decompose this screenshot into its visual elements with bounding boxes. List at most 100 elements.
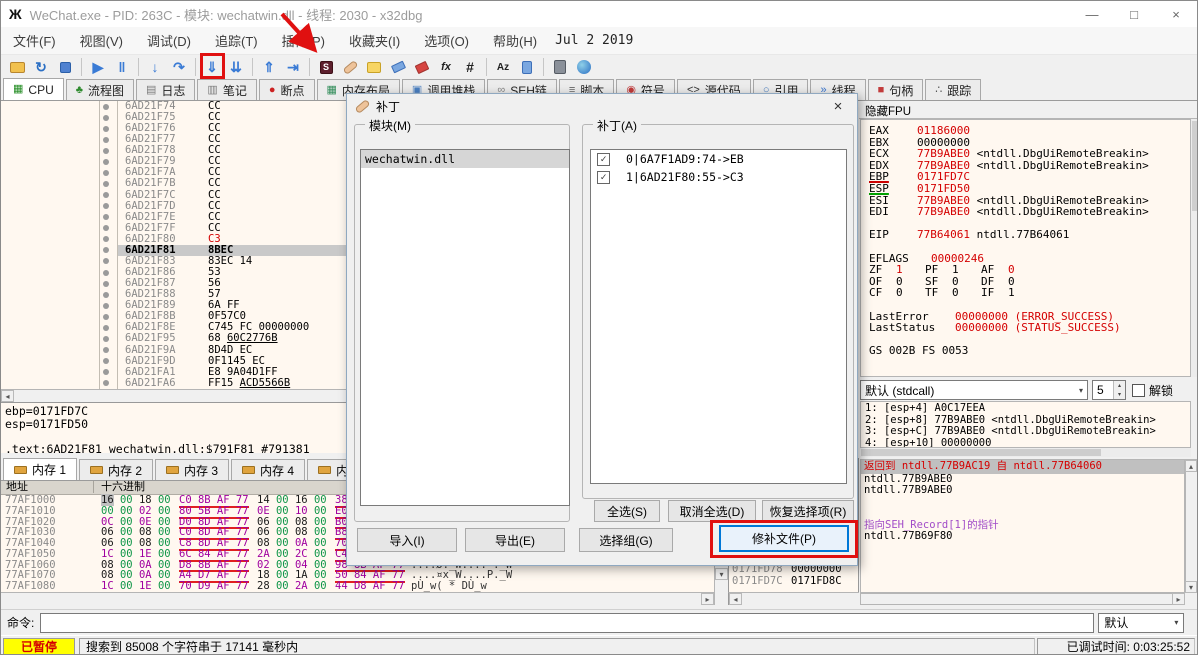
- breakpoint-dot-icon[interactable]: [103, 247, 109, 254]
- close-button[interactable]: ×: [1155, 1, 1197, 27]
- select-all-button[interactable]: 全选(S): [594, 500, 660, 522]
- scroll-left-icon[interactable]: ◂: [1, 390, 14, 402]
- breakpoint-dot-icon[interactable]: [103, 258, 109, 265]
- flag-value[interactable]: 1: [1008, 287, 1037, 299]
- calling-convention-select[interactable]: 默认 (stdcall) ▾: [860, 380, 1088, 400]
- menu-item-3[interactable]: 追踪(T): [203, 27, 270, 54]
- tab-log[interactable]: ▤ 日志: [135, 79, 196, 100]
- register-value[interactable]: 01186000: [917, 125, 970, 137]
- module-list-item[interactable]: wechatwin.dll: [361, 150, 569, 168]
- patch-file-button[interactable]: 修补文件(P): [719, 525, 849, 552]
- deselect-all-button[interactable]: 取消全选(D): [668, 500, 756, 522]
- stack-info-box[interactable]: 返回到 ntdll.77B9AC19 自 ntdll.77B64060 ntdl…: [860, 459, 1185, 593]
- memory-tab-4[interactable]: 内存 4: [231, 459, 306, 480]
- tab-notes[interactable]: ▥ 笔记: [197, 79, 257, 100]
- animate-over-icon[interactable]: ⇊: [225, 56, 247, 78]
- stack-hscrollbar[interactable]: ◂: [728, 592, 859, 605]
- hash-icon[interactable]: #: [459, 56, 481, 78]
- flag-value[interactable]: 0: [1008, 264, 1037, 276]
- dialog-close-icon[interactable]: ×: [823, 94, 853, 118]
- breakpoint-dot-icon[interactable]: [103, 158, 109, 165]
- import-button[interactable]: 导入(I): [357, 528, 457, 552]
- memory-tab-1[interactable]: 内存 1: [3, 458, 78, 480]
- breakpoint-dot-icon[interactable]: [103, 369, 109, 376]
- memory-tab-3[interactable]: 内存 3: [155, 459, 230, 480]
- restore-selection-button[interactable]: 恢复选择项(R): [762, 500, 854, 522]
- breakpoint-dot-icon[interactable]: [103, 302, 109, 309]
- stack-info-line[interactable]: [861, 497, 1184, 509]
- register-value[interactable]: 77B64061: [917, 229, 970, 241]
- register-value[interactable]: 77B9ABE0: [917, 206, 970, 218]
- register-value[interactable]: 0171FD50: [917, 183, 970, 195]
- tab-graph[interactable]: ♣ 流程图: [65, 79, 134, 100]
- breakpoint-dot-icon[interactable]: [103, 114, 109, 121]
- breakpoint-dot-icon[interactable]: [103, 313, 109, 320]
- menu-item-1[interactable]: 视图(V): [68, 27, 135, 54]
- scroll-left-icon[interactable]: ◂: [729, 593, 742, 605]
- patch-list-item[interactable]: ✓ 1|6AD21F80:55->C3: [591, 168, 846, 186]
- register-row[interactable]: EDI 77B9ABE0 <ntdll.DbgUiRemoteBreakin>: [869, 206, 1190, 218]
- breakpoint-dot-icon[interactable]: [103, 214, 109, 221]
- stack-info-line[interactable]: ntdll.77B69F80: [861, 530, 1184, 543]
- info-vscrollbar[interactable]: ▴ ▾: [1185, 459, 1197, 593]
- patch-dialog-titlebar[interactable]: 补丁: [347, 94, 857, 118]
- export-button[interactable]: 导出(E): [465, 528, 565, 552]
- menu-item-2[interactable]: 调试(D): [135, 27, 203, 54]
- menu-item-7[interactable]: 帮助(H): [481, 27, 549, 54]
- tab-handles[interactable]: ■ 句柄: [867, 79, 924, 100]
- module-list[interactable]: wechatwin.dll: [360, 149, 570, 506]
- flag-value[interactable]: 0: [896, 287, 925, 299]
- breakpoint-dot-icon[interactable]: [103, 203, 109, 210]
- register-row[interactable]: OF 0 SF 0 DF 0: [869, 276, 1190, 288]
- breakpoint-dot-icon[interactable]: [103, 169, 109, 176]
- menu-item-5[interactable]: 收藏夹(I): [337, 27, 412, 54]
- breakpoint-dot-icon[interactable]: [103, 324, 109, 331]
- breakpoint-dot-icon[interactable]: [103, 280, 109, 287]
- argument-row[interactable]: 1: [esp+4] A0C17EEA: [865, 402, 1190, 415]
- animate-into-icon[interactable]: ⇓: [201, 56, 223, 78]
- argument-row[interactable]: 3: [esp+C] 77B9ABE0 <ntdll.DbgUiRemoteBr…: [865, 425, 1190, 438]
- argument-row[interactable]: 4: [esp+10] 00000000: [865, 437, 1190, 447]
- hide-fpu-button[interactable]: 隐藏FPU: [859, 101, 1197, 119]
- patch-icon[interactable]: [339, 56, 361, 78]
- arguments-box[interactable]: 1: [esp+4] A0C17EEA 2: [esp+8] 77B9ABE0 <…: [860, 401, 1191, 448]
- patch-list[interactable]: ✓ 0|6A7F1AD9:74->EB ✓ 1|6AD21F80:55->C3: [590, 149, 847, 484]
- register-value[interactable]: 00000000 (STATUS_SUCCESS): [955, 322, 1121, 334]
- menu-item-4[interactable]: 插件(P): [270, 27, 337, 54]
- minimize-button[interactable]: —: [1071, 1, 1113, 27]
- breakpoint-dot-icon[interactable]: [103, 380, 109, 387]
- breakpoint-dot-icon[interactable]: [103, 180, 109, 187]
- scrollbar-thumb[interactable]: [861, 449, 1101, 456]
- register-row[interactable]: EFLAGS 00000246: [869, 252, 1190, 265]
- globe-icon[interactable]: [573, 56, 595, 78]
- breakpoint-dot-icon[interactable]: [103, 136, 109, 143]
- stack-info-line[interactable]: [861, 508, 1184, 520]
- breakpoint-dot-icon[interactable]: [103, 291, 109, 298]
- restart-icon[interactable]: ↻: [30, 56, 52, 78]
- tab-breakpoints[interactable]: ● 断点: [258, 79, 315, 100]
- scrollbar-thumb[interactable]: [1192, 121, 1197, 211]
- breakpoint-dot-icon[interactable]: [103, 147, 109, 154]
- patch-checkbox[interactable]: ✓: [597, 152, 610, 166]
- argument-depth-stepper[interactable]: 5 ▴ ▾: [1092, 380, 1126, 400]
- flag-value[interactable]: 1: [952, 264, 981, 276]
- maximize-button[interactable]: □: [1113, 1, 1155, 27]
- close-debuggee-icon[interactable]: [54, 56, 76, 78]
- register-row[interactable]: EAX 01186000: [869, 125, 1190, 137]
- pick-groups-button[interactable]: 选择组(G): [579, 528, 673, 552]
- labels-icon[interactable]: [387, 56, 409, 78]
- registers-vscrollbar[interactable]: [1191, 119, 1197, 377]
- report-icon[interactable]: [516, 56, 538, 78]
- stepper-down-icon[interactable]: ▾: [1114, 390, 1125, 399]
- register-row[interactable]: ZF 1 PF 1 AF 0: [869, 264, 1190, 276]
- step-into-icon[interactable]: ↓: [144, 56, 166, 78]
- scroll-up-icon[interactable]: ▴: [1185, 460, 1197, 472]
- run-to-user-code-icon[interactable]: ⇑: [258, 56, 280, 78]
- command-input[interactable]: [40, 612, 1095, 633]
- breakpoint-dot-icon[interactable]: [103, 103, 109, 110]
- detach-icon[interactable]: ⇥: [282, 56, 304, 78]
- info-hscrollbar[interactable]: ▸: [860, 593, 1185, 605]
- flag-value[interactable]: 0: [952, 287, 981, 299]
- scroll-right-icon[interactable]: ▸: [1172, 593, 1185, 605]
- breakpoint-dot-icon[interactable]: [103, 236, 109, 243]
